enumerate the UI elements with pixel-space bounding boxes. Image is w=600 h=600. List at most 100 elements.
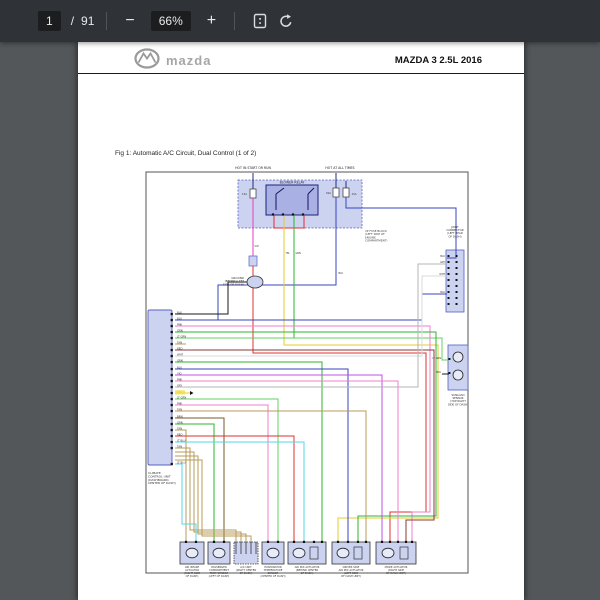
- page-number-input[interactable]: 1: [38, 11, 61, 31]
- toolbar-divider-2: [234, 12, 236, 30]
- rotate-button[interactable]: [273, 11, 299, 31]
- motor-c1: [185, 547, 199, 559]
- motor-c5: [292, 547, 306, 559]
- joint-pin: [455, 267, 458, 269]
- joint-pin: [455, 279, 458, 281]
- joint-pin: [455, 273, 458, 275]
- fuse-right-1: [332, 187, 340, 198]
- red-c5: [175, 435, 295, 542]
- joint-pin: [447, 297, 450, 299]
- red-main: [252, 266, 427, 542]
- document-title: MAZDA 3 2.5L 2016: [394, 55, 482, 66]
- cyan-c1: [175, 463, 197, 542]
- joint-pin: [447, 285, 450, 287]
- component-7-box: [375, 541, 417, 565]
- module-pin-label: YEL: [177, 389, 182, 393]
- module-pin-label: WHT: [177, 352, 184, 356]
- module-pin: [170, 373, 173, 377]
- module-pin-label: PNK: [177, 322, 183, 326]
- joint-pin: [447, 303, 450, 305]
- relay-pin: [301, 213, 305, 216]
- joint-stub-label-3: WHT: [439, 273, 445, 276]
- fuse-left-label: 15A: [242, 192, 247, 196]
- relay-wire-label-yel: YEL: [286, 252, 291, 255]
- component-pin: [410, 540, 414, 543]
- module-pin-label: GRN: [177, 328, 183, 332]
- fuse-left: [249, 188, 257, 199]
- zoom-out-button[interactable]: −: [119, 11, 140, 31]
- zoom-in-button[interactable]: +: [201, 11, 222, 31]
- joint-pin: [447, 291, 450, 293]
- ground-label: GROUND (BEHIND LEFT SIDE OF DASH): [223, 276, 244, 286]
- brand: mazda: [134, 47, 212, 74]
- rotate-icon: [278, 13, 294, 29]
- ltgreen-c4: [175, 398, 279, 542]
- diagram-frame: [145, 171, 469, 574]
- green-c2: [175, 423, 215, 542]
- relay-switch-line-3: [307, 187, 315, 195]
- yellow-relay: [283, 215, 439, 542]
- component-pin: [346, 540, 350, 543]
- document-header: mazda MAZDA 3 2.5L 2016: [78, 47, 524, 74]
- pink-c4: [175, 404, 269, 542]
- ground-symbol: [246, 275, 264, 289]
- joint-pin: [447, 267, 450, 269]
- tan-comb-1: [175, 447, 237, 542]
- sensor-stub-label-2: BLK: [436, 371, 441, 374]
- red-relay-jumper: [273, 215, 305, 229]
- sunload-element-1: [452, 351, 464, 363]
- module-pin: [170, 330, 173, 334]
- component-6-label: DRIVER SIDE AIR MIX ACTUATOR (LEFT SIDE OF …: [339, 565, 364, 578]
- joint-pin: [455, 255, 458, 257]
- module-pin-label: BLK: [177, 310, 182, 314]
- component-7-label: MODE ACTUATOR (RIGHT SIDE OF DASH UNIT): [385, 565, 408, 575]
- module-pin-label: BRN: [177, 414, 183, 418]
- power-label-right: HOT AT ALL TIMES: [325, 166, 354, 170]
- joint-pin: [455, 303, 458, 305]
- page-total: 91: [81, 14, 95, 28]
- component-3-box: [233, 541, 259, 565]
- fit-to-page-button[interactable]: [247, 11, 273, 31]
- component-1-box: [179, 541, 205, 565]
- module-pin: [170, 312, 173, 316]
- component-3-label: A/C UNIT (RIGHT CENTER OF DASH): [236, 565, 257, 575]
- climate-control-unit-box: [147, 309, 173, 466]
- joint-connector-box: [445, 249, 465, 313]
- fuse-right1-label: 30A: [326, 191, 331, 195]
- module-pin: [170, 324, 173, 328]
- component-pin: [404, 540, 408, 543]
- figure-caption: Fig 1: Automatic A/C Circuit, Dual Contr…: [115, 150, 257, 157]
- relay-pin: [271, 213, 275, 216]
- component-5-label: AIR MIX ACTUATOR (BEHIND CENTER OF DASH): [295, 565, 320, 575]
- motor-c7: [381, 547, 395, 559]
- component-pin: [292, 540, 296, 543]
- pdf-toolbar: 1 / 91 − 66% +: [0, 0, 600, 42]
- relay-switch-line-1: [275, 187, 285, 195]
- component-5-box: [287, 541, 327, 565]
- module-pin-label: TAN: [177, 407, 182, 411]
- pointer-arrow: [190, 391, 194, 395]
- tan-c1: [175, 429, 187, 542]
- joint-stub-label-4: BLU: [440, 291, 445, 294]
- toolbar-divider-1: [106, 12, 108, 30]
- module-pin: [170, 367, 173, 371]
- module-pin-label: LT BLU: [177, 438, 186, 442]
- relay-wire-label-grn: GRN: [296, 252, 302, 255]
- cyan-c5: [175, 441, 305, 542]
- joint-pin: [447, 279, 450, 281]
- brand-text: mazda: [166, 53, 212, 68]
- component-pin: [302, 540, 306, 543]
- module-pin: [170, 379, 173, 383]
- module-pin-label: GRN: [177, 358, 183, 362]
- component-pin: [380, 540, 384, 543]
- module-pin: [170, 318, 173, 322]
- module-pin: [170, 428, 173, 432]
- green-sunload: [175, 337, 449, 361]
- pink-right: [175, 325, 431, 542]
- module-pin: [170, 409, 173, 413]
- module-pin: [170, 440, 173, 444]
- component-pin: [396, 540, 400, 543]
- module-pin: [170, 397, 173, 401]
- component-pin: [184, 540, 188, 543]
- module-pin-label: GRN: [177, 420, 183, 424]
